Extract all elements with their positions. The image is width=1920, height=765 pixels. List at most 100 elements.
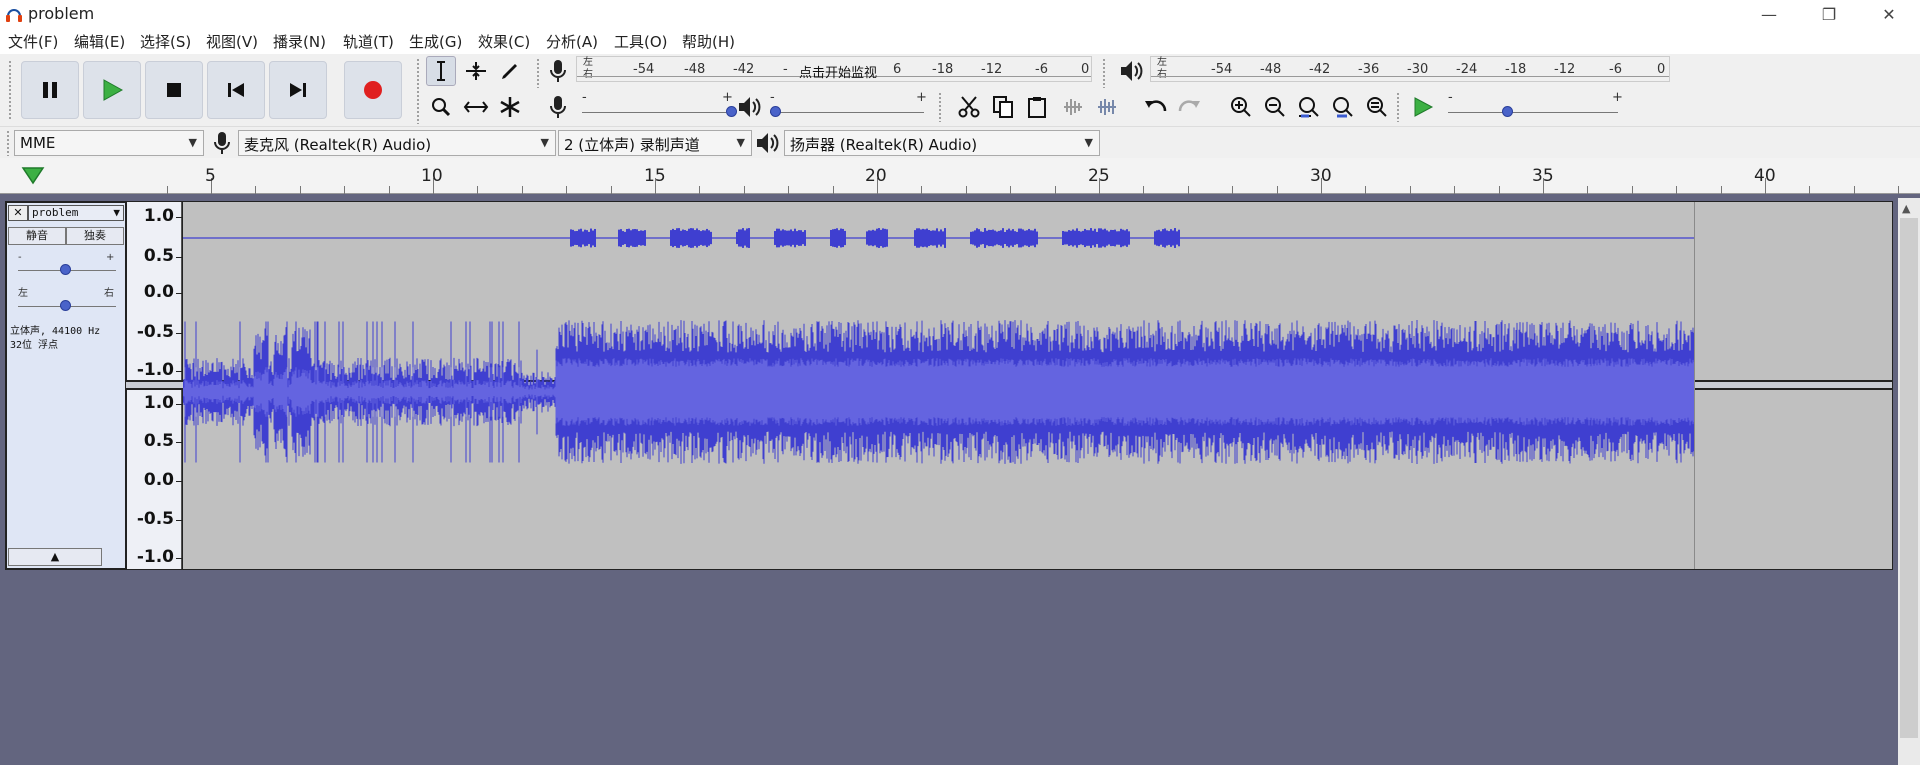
pan-left-label: 左 [18,288,28,299]
zoom-toggle-button[interactable] [1362,92,1392,122]
skip-start-icon [228,83,244,97]
slider-thumb[interactable] [1502,106,1513,117]
toolbar-grip[interactable] [1396,92,1401,122]
ruler-tick [832,186,834,194]
menu-effect[interactable]: 效果(C) [478,31,530,52]
scrub-play-head-button[interactable] [20,165,46,187]
collapse-track-button[interactable]: ▲ [8,548,102,566]
record-volume-slider[interactable]: - + [580,91,737,120]
ruler-label: 10 [421,166,443,186]
toolbar-grip[interactable] [6,130,11,156]
record-meter[interactable]: 左 右 -54 -48 -42 - 点击开始监视 6 -18 -12 -6 0 [576,56,1092,82]
selection-tool-button[interactable] [426,56,456,86]
skip-start-button[interactable] [207,61,265,119]
track-close-button[interactable]: ✕ [8,205,28,221]
menu-select[interactable]: 选择(S) [140,31,191,52]
mute-button[interactable]: 静音 [8,227,66,245]
ruler-tick [921,186,923,194]
menu-analyze[interactable]: 分析(A) [546,31,598,52]
scroll-up-arrow-icon[interactable]: ▲ [1902,202,1910,215]
title-bar [0,0,1920,28]
recording-channels-select[interactable]: 2 (立体声) 录制声道 ▼ [558,130,752,156]
stop-button[interactable] [145,61,203,119]
solo-button[interactable]: 独奏 [66,227,124,245]
recording-device-select[interactable]: 麦克风 (Realtek(R) Audio) ▼ [238,130,556,156]
vertical-ruler-tick [176,520,182,521]
timeshift-tool-button[interactable] [461,92,491,122]
toolbar-grip[interactable] [416,58,421,124]
meter-tick: -48 [684,62,706,77]
play-at-speed-button[interactable] [1408,92,1438,122]
multi-tool-button[interactable] [495,92,525,122]
gain-slider[interactable]: - + [18,252,116,278]
paste-button[interactable] [1022,92,1052,122]
trim-button[interactable] [1058,92,1088,122]
menu-file[interactable]: 文件(F) [8,31,58,52]
envelope-tool-button[interactable] [461,56,491,86]
toolbar-grip[interactable] [536,58,541,88]
meter-tick: - [783,62,788,77]
meter-tick: -12 [981,62,1003,77]
playback-device-select[interactable]: 扬声器 (Realtek(R) Audio) ▼ [784,130,1100,156]
menu-transport[interactable]: 播录(N) [273,31,326,52]
ruler-tick [1054,186,1056,194]
skip-end-button[interactable] [269,61,327,119]
toolbar-grip[interactable] [8,60,13,120]
pause-button[interactable] [21,61,79,119]
ruler-tick [788,186,790,194]
pan-slider[interactable]: 左 右 [18,288,116,314]
fit-selection-button[interactable] [1294,92,1324,122]
slider-thumb[interactable] [60,300,71,311]
menu-tools[interactable]: 工具(O) [614,31,668,52]
zoom-out-icon [1265,97,1285,117]
undo-button[interactable] [1141,92,1171,122]
toolbar-grip[interactable] [938,92,943,122]
close-button[interactable]: ✕ [1866,0,1912,28]
record-button[interactable] [344,61,402,119]
menu-tracks[interactable]: 轨道(T) [343,31,394,52]
silence-button[interactable] [1092,92,1122,122]
ruler-tick [1898,186,1900,194]
fit-project-button[interactable] [1328,92,1358,122]
menu-view[interactable]: 视图(V) [206,31,258,52]
cut-button[interactable] [954,92,984,122]
slider-thumb[interactable] [770,106,781,117]
audio-host-select[interactable]: MME ▼ [14,130,204,156]
track-name-menu-button[interactable]: problem ▼ [28,205,124,221]
zoom-tool-button[interactable] [426,92,456,122]
meter-tick: -42 [733,62,755,77]
restore-button[interactable]: ❐ [1806,0,1852,28]
chevron-down-icon: ▼ [188,136,197,149]
meter-tick: -54 [633,62,655,77]
play-speed-slider[interactable]: - + [1446,90,1626,120]
toolbar-grip[interactable] [1102,58,1107,88]
minimize-icon: — [1761,4,1777,24]
copy-button[interactable] [988,92,1018,122]
ruler-tick [699,186,701,194]
vertical-scroll-thumb[interactable] [1900,218,1918,738]
playback-volume-slider[interactable]: - + [768,91,928,120]
minimize-button[interactable]: — [1746,0,1792,28]
slider-min-label: - [1448,90,1453,105]
ruler-tick [1365,186,1367,194]
vertical-ruler-label: 0.5 [143,246,174,266]
zoom-out-button[interactable] [1260,92,1290,122]
zoom-selection-icon [1299,97,1319,118]
slider-thumb[interactable] [60,264,71,275]
draw-tool-button[interactable] [495,56,525,86]
record-icon [364,81,382,99]
play-meter-button[interactable] [1118,58,1144,84]
vertical-ruler-label: -1.0 [136,360,174,380]
zoom-in-button[interactable] [1226,92,1256,122]
vertical-ruler-label: 1.0 [143,206,174,226]
zoom-fit-icon [1333,97,1353,118]
menu-edit[interactable]: 编辑(E) [74,31,125,52]
redo-button[interactable] [1174,92,1204,122]
vertical-ruler-label: 0.5 [143,431,174,451]
playback-meter[interactable]: 左 右 -54 -48 -42 -36 -30 -24 -18 -12 -6 0 [1150,56,1670,82]
menu-help[interactable]: 帮助(H) [682,31,735,52]
menu-generate[interactable]: 生成(G) [409,31,462,52]
play-button[interactable] [83,61,141,119]
record-meter-button[interactable] [546,58,570,84]
meter-right-label: 右 [583,69,593,80]
